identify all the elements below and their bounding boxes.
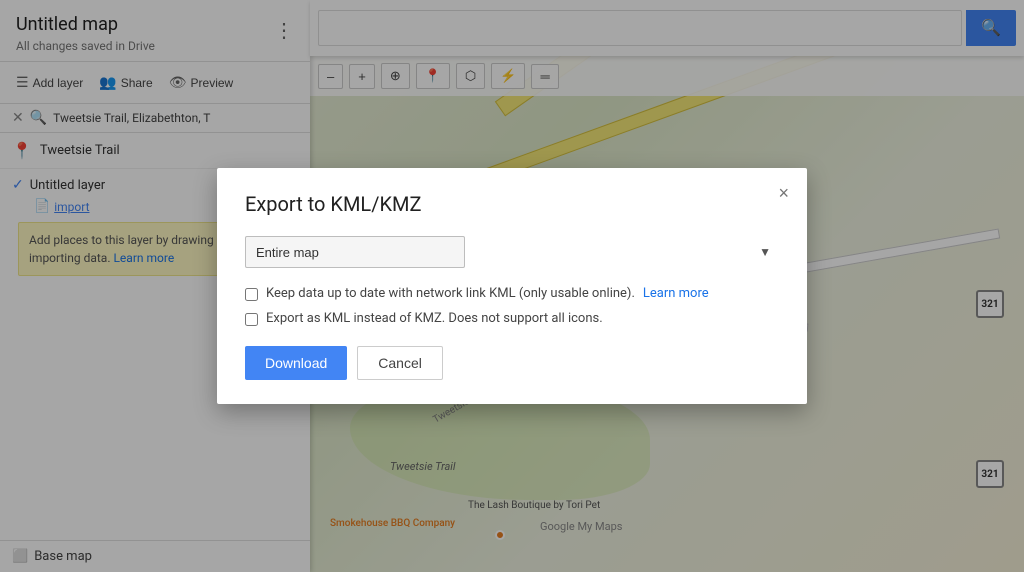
checkbox1-label: Keep data up to date with network link K…	[266, 286, 635, 301]
export-dialog: × Export to KML/KMZ Entire map Untitled …	[217, 168, 807, 404]
checkbox-row-2: Export as KML instead of KMZ. Does not s…	[245, 311, 779, 326]
select-arrow-icon: ▼	[759, 245, 771, 259]
download-button[interactable]: Download	[245, 346, 347, 380]
learn-more-link-dialog[interactable]: Learn more	[643, 286, 709, 301]
modal-overlay: × Export to KML/KMZ Entire map Untitled …	[0, 0, 1024, 572]
dialog-close-button[interactable]: ×	[774, 180, 793, 206]
dialog-title: Export to KML/KMZ	[245, 192, 779, 216]
kml-format-checkbox[interactable]	[245, 313, 258, 326]
checkbox2-label: Export as KML instead of KMZ. Does not s…	[266, 311, 603, 326]
network-link-checkbox[interactable]	[245, 288, 258, 301]
export-scope-select[interactable]: Entire map Untitled layer	[245, 236, 465, 268]
cancel-button[interactable]: Cancel	[357, 346, 443, 380]
checkbox-row-1: Keep data up to date with network link K…	[245, 286, 779, 301]
dialog-actions: Download Cancel	[245, 346, 779, 380]
map-select-wrapper: Entire map Untitled layer ▼	[245, 236, 779, 268]
